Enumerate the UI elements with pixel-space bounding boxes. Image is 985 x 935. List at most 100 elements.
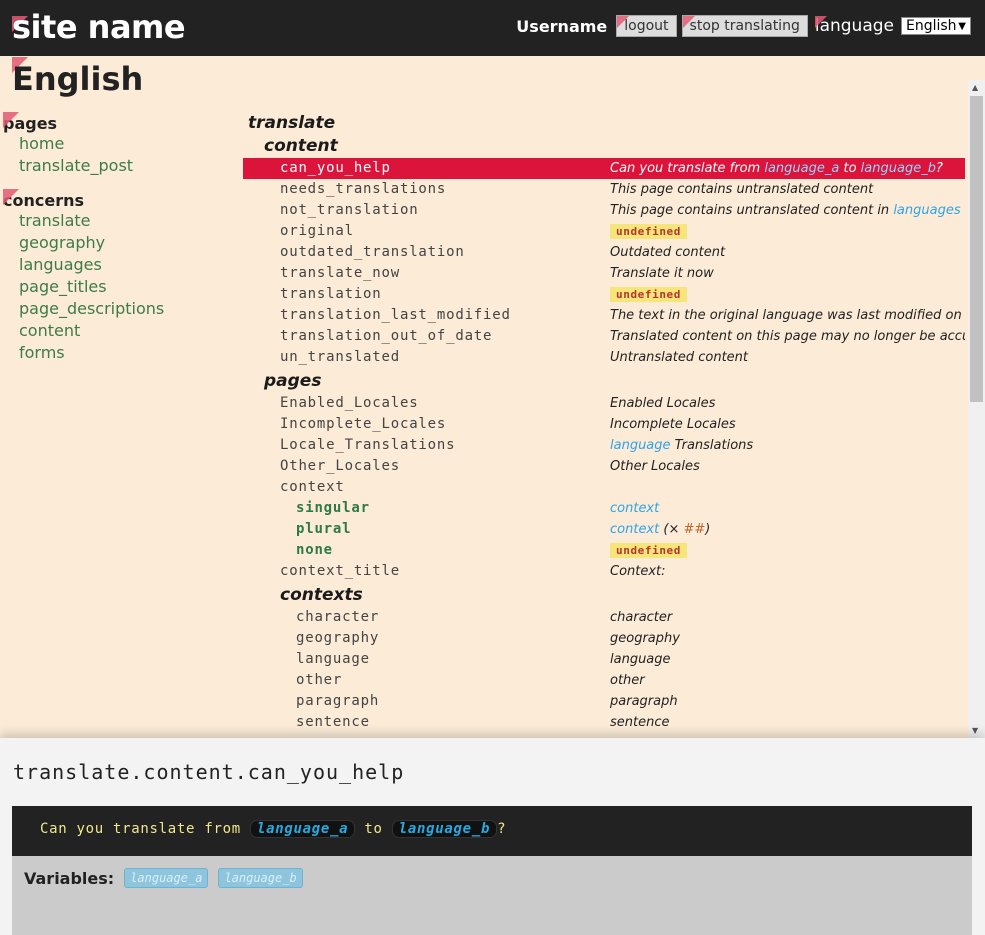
- value-text: This page contains untranslated content …: [610, 203, 894, 218]
- sidebar-item-translate-post[interactable]: translate_post: [0, 155, 240, 177]
- translation-value: undefined: [610, 221, 688, 242]
- editor-text: to: [355, 821, 392, 837]
- variable-chip[interactable]: language_a: [249, 820, 356, 838]
- translation-row[interactable]: Other_Locales Other Locales: [243, 456, 965, 477]
- translation-row[interactable]: Enabled_Locales Enabled Locales: [243, 393, 965, 414]
- translation-key: un_translated: [280, 349, 400, 365]
- undefined-badge: undefined: [610, 224, 688, 239]
- translation-value: geography: [610, 631, 680, 646]
- sidebar-item-home[interactable]: home: [0, 133, 240, 155]
- translation-value: context: [610, 498, 659, 519]
- translation-key: context_title: [280, 563, 400, 579]
- context-row[interactable]: none undefined: [243, 540, 965, 561]
- variable-ref: languages: [893, 203, 961, 218]
- variable-button-language-a[interactable]: language_a: [124, 868, 209, 888]
- translation-tree: translate content can_you_help Can you t…: [243, 112, 965, 738]
- translation-row[interactable]: original undefined: [243, 221, 965, 242]
- translate-marker-icon[interactable]: [814, 16, 827, 28]
- translation-key: translate_now: [280, 265, 400, 281]
- scroll-up-icon[interactable]: ▲: [972, 83, 978, 92]
- username[interactable]: Username: [516, 17, 607, 36]
- translation-value: context (× ##): [610, 519, 710, 540]
- translation-value: Translate it now: [610, 266, 714, 281]
- translation-row[interactable]: needs_translations This page contains un…: [243, 179, 965, 200]
- language-select[interactable]: English ▼: [901, 17, 971, 35]
- scrollbar[interactable]: ▲ ▼: [968, 80, 985, 738]
- translation-row[interactable]: translation_last_modified The text in th…: [243, 305, 965, 326]
- translation-key: geography: [296, 630, 380, 646]
- translation-row[interactable]: not_translation This page contains untra…: [243, 200, 965, 221]
- translation-editor[interactable]: Can you translate from language_a to lan…: [12, 806, 972, 856]
- translation-row[interactable]: other other: [243, 670, 965, 691]
- language-label: language: [814, 16, 894, 36]
- translation-value: other: [610, 673, 645, 688]
- translation-row[interactable]: geography geography: [243, 628, 965, 649]
- section-heading-translate: translate: [248, 113, 336, 133]
- translation-key: context: [280, 479, 345, 495]
- sidebar-item-translate[interactable]: translate: [0, 210, 240, 232]
- site-name[interactable]: site name: [12, 8, 186, 46]
- translation-row-selected[interactable]: can_you_help Can you translate from lang…: [243, 158, 965, 179]
- translation-row[interactable]: translation undefined: [243, 284, 965, 305]
- sidebar-item-languages[interactable]: languages: [0, 254, 240, 276]
- translation-value: language: [610, 652, 671, 667]
- translation-row[interactable]: translate_now Translate it now: [243, 263, 965, 284]
- translation-row[interactable]: translation_out_of_date Translated conte…: [243, 326, 965, 347]
- sidebar-item-forms[interactable]: forms: [0, 342, 240, 364]
- logout-label: logout: [624, 18, 669, 34]
- variable-ref: context: [610, 501, 660, 516]
- variable-ref: language: [610, 438, 671, 453]
- stop-translating-label: stop translating: [689, 18, 800, 34]
- context-key: none: [296, 542, 333, 558]
- sidebar-item-geography[interactable]: geography: [0, 232, 240, 254]
- translation-key: sentence: [296, 714, 370, 730]
- sidebar-item-page-descriptions[interactable]: page_descriptions: [0, 298, 240, 320]
- editor-text: ?: [497, 821, 507, 837]
- translation-value: Outdated content: [610, 245, 726, 260]
- context-row[interactable]: plural context (× ##): [243, 519, 965, 540]
- translation-editor-panel: translate.content.can_you_help Can you t…: [0, 738, 985, 935]
- sidebar-section-concerns: concerns translate geography languages p…: [0, 189, 240, 364]
- sidebar-item-page-titles[interactable]: page_titles: [0, 276, 240, 298]
- variable-button-language-b[interactable]: language_b: [218, 868, 303, 888]
- translate-marker-icon[interactable]: [617, 16, 630, 28]
- variable-ref: context: [610, 522, 660, 537]
- translation-row[interactable]: context: [243, 477, 965, 498]
- translation-value: Enabled Locales: [610, 396, 716, 411]
- translation-row[interactable]: un_translated Untranslated content: [243, 347, 965, 368]
- translation-row[interactable]: sentence sentence: [243, 712, 965, 733]
- translation-key: translation: [280, 286, 382, 302]
- context-row[interactable]: singular context: [243, 498, 965, 519]
- translation-key: not_translation: [280, 202, 419, 218]
- translation-key: paragraph: [296, 693, 380, 709]
- translation-key: translation_last_modified: [280, 307, 511, 323]
- scrollbar-thumb[interactable]: [970, 96, 983, 402]
- variable-chip[interactable]: language_b: [391, 820, 498, 838]
- value-text: The text in the original language was la…: [610, 308, 965, 323]
- sidebar-section-pages: pages home translate_post: [0, 112, 240, 177]
- translate-marker-icon[interactable]: [3, 189, 19, 205]
- sidebar-item-content[interactable]: content: [0, 320, 240, 342]
- translate-marker-icon[interactable]: [3, 112, 19, 128]
- translation-key: Incomplete_Locales: [280, 416, 447, 432]
- translation-value: Translated content on this page may no l…: [610, 329, 965, 344]
- translation-row[interactable]: language language: [243, 649, 965, 670]
- translation-row[interactable]: outdated_translation Outdated content: [243, 242, 965, 263]
- translate-marker-icon[interactable]: [682, 16, 695, 28]
- translation-value: Can you translate from language_a to lan…: [610, 158, 943, 179]
- scroll-down-icon[interactable]: ▼: [972, 726, 978, 735]
- translation-row[interactable]: paragraph paragraph: [243, 691, 965, 712]
- translation-row[interactable]: character character: [243, 607, 965, 628]
- translation-row[interactable]: Locale_Translations language Translation…: [243, 435, 965, 456]
- editor-text: Can you translate from: [40, 821, 250, 837]
- context-key: singular: [296, 500, 370, 516]
- stop-translating-button[interactable]: stop translating: [681, 15, 808, 37]
- sidebar: pages home translate_post concerns trans…: [0, 112, 240, 378]
- translation-key: character: [296, 609, 380, 625]
- value-text: Translations: [670, 438, 754, 453]
- logout-button[interactable]: logout: [616, 15, 677, 37]
- translation-value: Untranslated content: [610, 350, 749, 365]
- translation-key: needs_translations: [280, 181, 447, 197]
- translation-row[interactable]: context_title Context:: [243, 561, 965, 582]
- translation-row[interactable]: Incomplete_Locales Incomplete Locales: [243, 414, 965, 435]
